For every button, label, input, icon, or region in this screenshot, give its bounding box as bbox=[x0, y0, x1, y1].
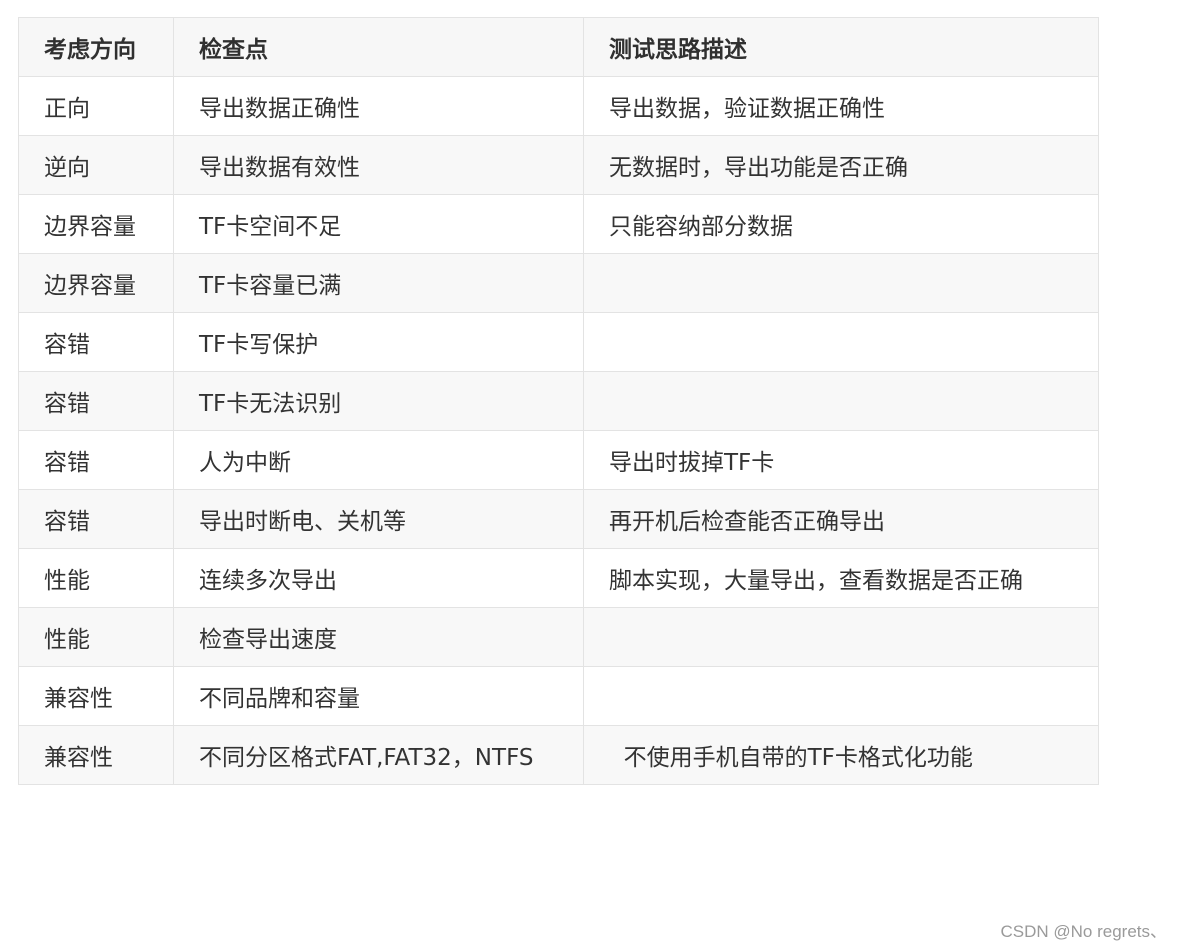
header-checkpoint: 检查点 bbox=[173, 17, 584, 77]
cell-checkpoint: TF卡容量已满 bbox=[173, 253, 584, 313]
csdn-watermark: CSDN @No regrets、 bbox=[1000, 922, 1167, 941]
cell-direction: 兼容性 bbox=[18, 666, 174, 726]
cell-direction: 性能 bbox=[18, 607, 174, 667]
cell-test-idea: 只能容纳部分数据 bbox=[583, 194, 1099, 254]
cell-checkpoint: 不同分区格式FAT,FAT32，NTFS bbox=[173, 725, 584, 785]
cell-test-idea bbox=[583, 312, 1099, 372]
cell-checkpoint: 导出数据正确性 bbox=[173, 76, 584, 136]
cell-checkpoint: TF卡写保护 bbox=[173, 312, 584, 372]
table-row: 容错 TF卡写保护 bbox=[18, 312, 1099, 372]
cell-checkpoint: 连续多次导出 bbox=[173, 548, 584, 608]
table-header-row: 考虑方向 检查点 测试思路描述 bbox=[18, 17, 1099, 77]
cell-test-idea bbox=[583, 666, 1099, 726]
cell-checkpoint: 导出时断电、关机等 bbox=[173, 489, 584, 549]
cell-direction: 容错 bbox=[18, 489, 174, 549]
cell-direction: 兼容性 bbox=[18, 725, 174, 785]
header-test-idea: 测试思路描述 bbox=[583, 17, 1099, 77]
cell-test-idea bbox=[583, 253, 1099, 313]
cell-test-idea: 导出数据，验证数据正确性 bbox=[583, 76, 1099, 136]
cell-direction: 容错 bbox=[18, 312, 174, 372]
table-row: 性能 连续多次导出 脚本实现，大量导出，查看数据是否正确 bbox=[18, 548, 1099, 608]
cell-direction: 逆向 bbox=[18, 135, 174, 195]
table-row: 逆向 导出数据有效性 无数据时，导出功能是否正确 bbox=[18, 135, 1099, 195]
cell-checkpoint: 人为中断 bbox=[173, 430, 584, 490]
table-row: 容错 人为中断 导出时拔掉TF卡 bbox=[18, 430, 1099, 490]
cell-test-idea: 不使用手机自带的TF卡格式化功能 bbox=[583, 725, 1099, 785]
header-direction: 考虑方向 bbox=[18, 17, 174, 77]
test-case-table: 考虑方向 检查点 测试思路描述 正向 导出数据正确性 导出数据，验证数据正确性 … bbox=[18, 17, 1099, 785]
table-row: 兼容性 不同品牌和容量 bbox=[18, 666, 1099, 726]
table-row: 容错 TF卡无法识别 bbox=[18, 371, 1099, 431]
table-row: 边界容量 TF卡容量已满 bbox=[18, 253, 1099, 313]
table-row: 性能 检查导出速度 bbox=[18, 607, 1099, 667]
cell-checkpoint: TF卡空间不足 bbox=[173, 194, 584, 254]
cell-test-idea: 导出时拔掉TF卡 bbox=[583, 430, 1099, 490]
cell-direction: 边界容量 bbox=[18, 194, 174, 254]
cell-direction: 正向 bbox=[18, 76, 174, 136]
cell-test-idea: 脚本实现，大量导出，查看数据是否正确 bbox=[583, 548, 1099, 608]
cell-checkpoint: 导出数据有效性 bbox=[173, 135, 584, 195]
cell-checkpoint: 不同品牌和容量 bbox=[173, 666, 584, 726]
cell-direction: 边界容量 bbox=[18, 253, 174, 313]
cell-test-idea bbox=[583, 607, 1099, 667]
cell-checkpoint: TF卡无法识别 bbox=[173, 371, 584, 431]
cell-test-idea: 再开机后检查能否正确导出 bbox=[583, 489, 1099, 549]
table-row: 正向 导出数据正确性 导出数据，验证数据正确性 bbox=[18, 76, 1099, 136]
table-row: 容错 导出时断电、关机等 再开机后检查能否正确导出 bbox=[18, 489, 1099, 549]
cell-test-idea: 无数据时，导出功能是否正确 bbox=[583, 135, 1099, 195]
table-row: 兼容性 不同分区格式FAT,FAT32，NTFS 不使用手机自带的TF卡格式化功… bbox=[18, 725, 1099, 785]
cell-direction: 容错 bbox=[18, 371, 174, 431]
cell-checkpoint: 检查导出速度 bbox=[173, 607, 584, 667]
cell-direction: 性能 bbox=[18, 548, 174, 608]
cell-direction: 容错 bbox=[18, 430, 174, 490]
cell-test-idea bbox=[583, 371, 1099, 431]
table-row: 边界容量 TF卡空间不足 只能容纳部分数据 bbox=[18, 194, 1099, 254]
